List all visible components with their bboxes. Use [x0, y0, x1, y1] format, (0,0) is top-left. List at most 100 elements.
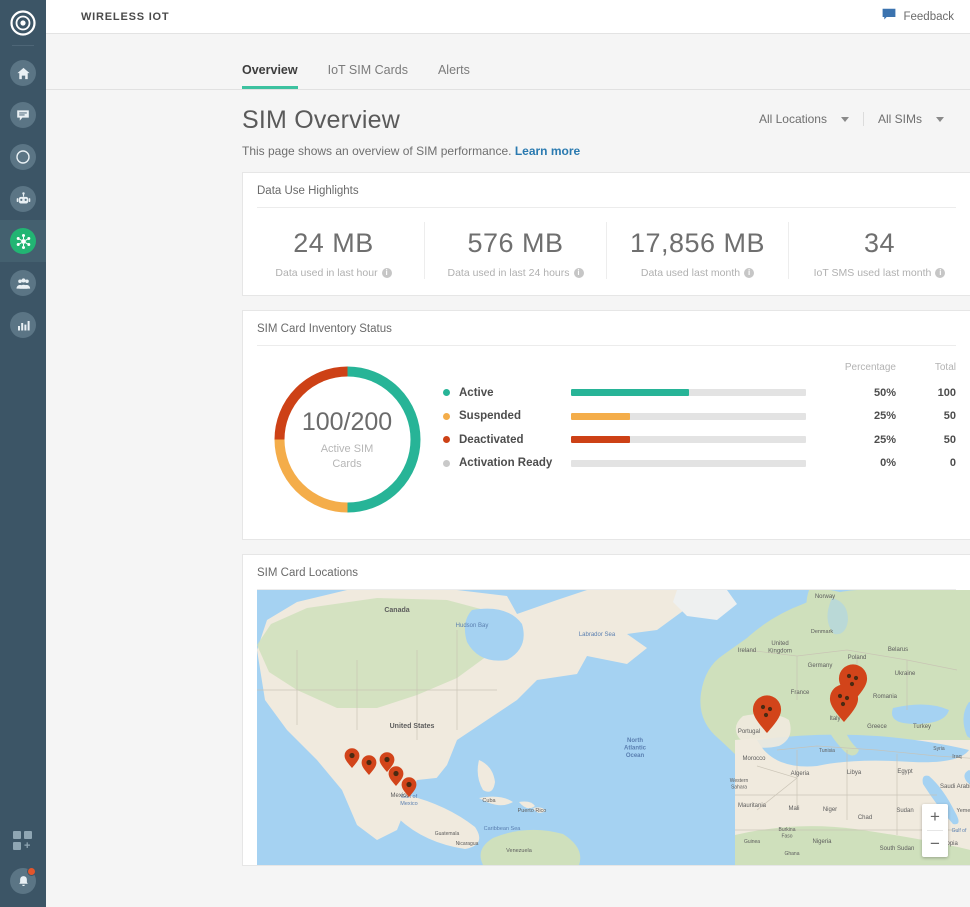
highlight-label: Data used in last 24 hours i	[429, 267, 602, 279]
legend-col-total-header: Total	[896, 362, 956, 373]
legend-total: 100	[896, 387, 956, 399]
info-icon[interactable]: i	[574, 268, 584, 278]
sidebar-item-users[interactable]	[0, 262, 46, 304]
map-label: Burkina	[779, 827, 796, 833]
pin-dot	[850, 682, 854, 686]
map-label: Ireland	[738, 648, 756, 654]
progress-fill-deactivated	[571, 436, 630, 443]
map-zoom-in-button[interactable]: +	[922, 804, 948, 830]
status-dot-activation-ready	[443, 460, 450, 467]
highlight-item: 576 MB Data used in last 24 hours i	[424, 222, 606, 279]
tab-bar: Overview IoT SIM Cards Alerts	[46, 34, 970, 90]
donut-chart: 100/200 Active SIM Cards	[270, 362, 425, 517]
sidebar-item-wireless-iot[interactable]	[0, 220, 46, 262]
legend-total: 50	[896, 410, 956, 422]
chevron-down-icon	[841, 117, 849, 122]
pin-dot	[847, 674, 851, 678]
sidebar-item-notifications[interactable]	[0, 861, 46, 901]
map-label: Western	[730, 778, 749, 784]
pin-dot	[764, 713, 768, 717]
sidebar-item-home[interactable]	[0, 52, 46, 94]
highlight-item: 24 MB Data used in last hour i	[243, 222, 424, 279]
legend-total: 50	[896, 434, 956, 446]
pin-dot	[761, 705, 765, 709]
progress-track	[571, 436, 806, 443]
highlight-label: Data used in last hour i	[247, 267, 420, 279]
legend-percentage: 25%	[824, 434, 896, 446]
map-container[interactable]: CanadaHudson BayLabrador SeaUnited State…	[257, 590, 970, 865]
learn-more-link[interactable]: Learn more	[515, 144, 580, 158]
map-label: Portugal	[738, 729, 760, 735]
info-icon[interactable]: i	[935, 268, 945, 278]
map-zoom-controls[interactable]: + −	[922, 804, 948, 857]
map-label: Cuba	[482, 798, 496, 804]
feedback-link[interactable]: Feedback	[903, 11, 954, 23]
map-label: Yemen	[957, 808, 970, 814]
map-label: Ukraine	[895, 671, 916, 677]
map-label: United States	[390, 723, 435, 730]
legend-name-cell: Suspended	[443, 410, 571, 422]
progress-fill-active	[571, 389, 689, 396]
sidebar-item-automation[interactable]	[0, 178, 46, 220]
pin-dot	[845, 696, 849, 700]
notification-badge	[27, 867, 36, 876]
bar-chart-icon	[10, 312, 36, 338]
legend-col-percentage-header: Percentage	[824, 362, 896, 373]
filter-all-sims[interactable]: All SIMs	[863, 112, 958, 126]
map-label: Tunisia	[819, 748, 835, 754]
map-label: Greece	[867, 724, 887, 730]
status-dot-deactivated	[443, 436, 450, 443]
legend-percentage: 25%	[824, 410, 896, 422]
filter-all-locations[interactable]: All Locations	[745, 112, 863, 126]
tab-iot-sim-cards[interactable]: IoT SIM Cards	[328, 63, 408, 89]
info-icon[interactable]: i	[744, 268, 754, 278]
map-label: Turkey	[913, 724, 931, 730]
legend-col-name	[443, 362, 571, 373]
target-logo-icon[interactable]	[5, 5, 41, 41]
page-content: Overview IoT SIM Cards Alerts SIM Overvi…	[46, 34, 970, 907]
inventory-legend-table: Percentage Total Active	[443, 362, 970, 517]
legend-label: Suspended	[459, 410, 521, 422]
sidebar-bottom-group: +	[0, 821, 46, 901]
map-label: Guatemala	[435, 831, 460, 837]
legend-name-cell: Activation Ready	[443, 457, 571, 469]
map-label: Venezuela	[506, 848, 533, 854]
map-label: Nigeria	[812, 839, 832, 845]
legend-row-activation-ready: Activation Ready 0% 0	[443, 452, 956, 476]
donut-sub-label: Active SIM Cards	[312, 442, 382, 472]
sidebar-item-messages[interactable]	[0, 94, 46, 136]
sidebar-item-analytics[interactable]	[0, 136, 46, 178]
filter-all-sims-label: All SIMs	[878, 112, 922, 126]
legend-bar-cell	[571, 436, 824, 443]
map-label: Denmark	[811, 629, 834, 635]
status-dot-active	[443, 389, 450, 396]
map-label: Caribbean Sea	[484, 826, 522, 832]
map-label: Iraq	[952, 754, 961, 760]
highlight-item: 17,856 MB Data used last month i	[606, 222, 788, 279]
sim-card-locations-title: SIM Card Locations	[257, 555, 956, 590]
map-label: Chad	[858, 815, 872, 821]
inventory-status-card: SIM Card Inventory Status 100/200 Active…	[242, 310, 970, 540]
tab-overview[interactable]: Overview	[242, 63, 298, 89]
sidebar-item-reports[interactable]	[0, 304, 46, 346]
legend-row-deactivated: Deactivated 25% 50	[443, 428, 956, 452]
network-icon	[10, 228, 36, 254]
info-icon[interactable]: i	[382, 268, 392, 278]
map-label: France	[791, 690, 810, 696]
legend-label: Deactivated	[459, 434, 524, 446]
legend-percentage: 0%	[824, 457, 896, 469]
map-label: Romania	[873, 694, 898, 700]
pin-dot	[838, 694, 842, 698]
legend-label: Active	[459, 387, 494, 399]
people-icon	[10, 270, 36, 296]
sidebar-item-add-app[interactable]: +	[0, 821, 46, 861]
legend-table-header: Percentage Total	[443, 362, 956, 381]
map-label: Syria	[933, 746, 945, 752]
tab-alerts[interactable]: Alerts	[438, 63, 470, 89]
map-zoom-out-button[interactable]: −	[922, 831, 948, 857]
pin-dot	[393, 771, 398, 776]
legend-total: 0	[896, 457, 956, 469]
map-label: Nicaragua	[456, 841, 479, 847]
map-label: Algeria	[791, 771, 810, 777]
legend-bar-cell	[571, 389, 824, 396]
